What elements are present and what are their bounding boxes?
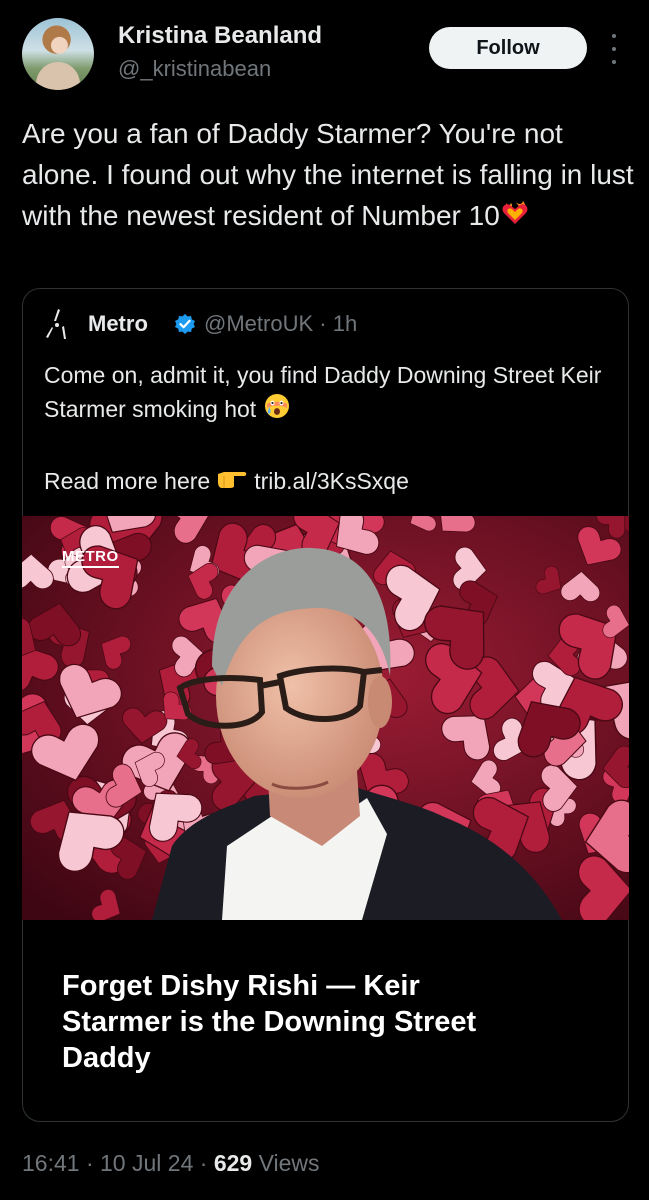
follow-button[interactable]: Follow [429, 27, 587, 69]
quoted-text: Come on, admit it, you find Daddy Downin… [44, 358, 614, 429]
tweet-text: Are you a fan of Daddy Starmer? You're n… [22, 113, 634, 238]
footer-sep-2: · [199, 1150, 208, 1176]
tweet-footer: 16:41 · 10 Jul 24 · 629 Views [22, 1150, 320, 1177]
author-avatar[interactable] [22, 18, 94, 90]
metro-avatar[interactable] [44, 307, 70, 341]
more-vertical-icon[interactable] [606, 34, 622, 64]
pointing-right-emoji [216, 466, 248, 496]
tweet-text-body: Are you a fan of Daddy Starmer? You're n… [22, 118, 634, 231]
quoted-author-name[interactable]: Metro [88, 311, 148, 337]
footer-sep-1: · [85, 1150, 94, 1176]
quoted-time[interactable]: 1h [333, 311, 357, 336]
meta-separator: · [319, 311, 327, 336]
author-name[interactable]: Kristina Beanland [118, 22, 322, 50]
author-handle[interactable]: @_kristinabean [118, 56, 271, 82]
tweet-date[interactable]: 10 Jul 24 [100, 1150, 193, 1176]
views-count[interactable]: 629 [214, 1150, 252, 1176]
face-with-tears-emoji [263, 392, 291, 429]
article-link[interactable]: trib.al/3KsSxqe [254, 468, 409, 495]
views-label: Views [258, 1150, 320, 1176]
tweet-time[interactable]: 16:41 [22, 1150, 80, 1176]
article-image[interactable] [22, 516, 629, 920]
image-watermark: METRO [62, 548, 119, 568]
read-more-label: Read more here [44, 467, 211, 494]
verified-badge-icon [174, 313, 196, 335]
quoted-author-handle[interactable]: @MetroUK [204, 311, 313, 336]
article-headline[interactable]: Forget Dishy Rishi — Keir Starmer is the… [62, 968, 482, 1076]
quoted-meta: @MetroUK · 1h [204, 311, 357, 337]
read-more-line: Read more here trib.al/3KsSxqe [44, 466, 409, 496]
quoted-text-body: Come on, admit it, you find Daddy Downin… [44, 362, 602, 422]
heart-on-fire-emoji [500, 197, 530, 238]
